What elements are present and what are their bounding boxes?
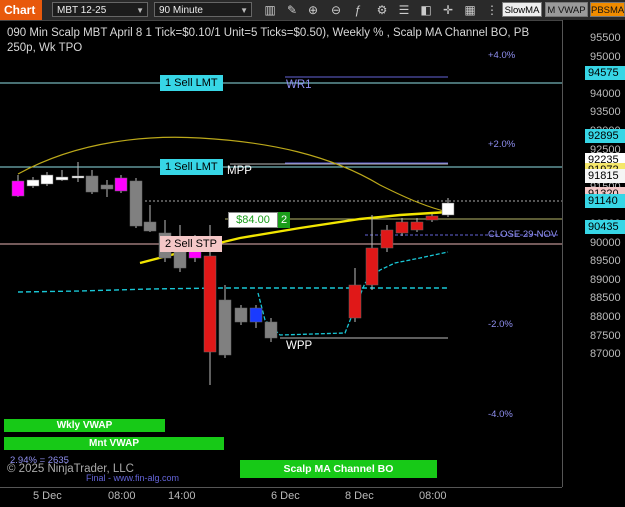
candle-body [129,180,143,227]
price-tick-label: 87000 [590,348,621,361]
chart-title: 090 Min Scalp MBT April 8 1 Tick=$0.10/1… [7,27,530,54]
price-flag: 90435 [585,220,625,235]
candle-body [203,255,217,353]
candle-body [410,221,424,231]
weekly-vwap-line [17,287,448,293]
candle-body [380,229,394,249]
price-tick-label: 88500 [590,292,621,305]
candle-body [441,202,455,216]
data-box-icon[interactable]: ▦ [462,1,478,19]
candle-body [218,299,232,356]
pct-label-minus4: -4.0% [488,409,513,420]
candle-body [365,247,379,286]
price-tick-label: 89000 [590,273,621,286]
candle-body [11,180,25,197]
drawing-tools-icon[interactable]: ✎ [284,1,300,19]
close-label: CLOSE 29-NOV [488,229,558,240]
candle-body [26,179,40,187]
price-tick-label: 87500 [590,329,621,342]
candle-body [249,307,263,323]
sell-stop-order[interactable]: 2 Sell STP [160,236,222,252]
price-tick-label: 90000 [590,236,621,249]
price-flag: 91140 [585,194,625,209]
scalp-ma-bar: Scalp MA Channel BO [240,460,437,478]
instrument-label: MBT 12-25 [57,5,107,16]
chart-trader-icon[interactable]: ◧ [418,1,434,19]
time-label: 8 Dec [345,490,374,502]
wkly-vwap-bar: Wkly VWAP [4,419,165,432]
chevron-down-icon: ▼ [240,6,248,15]
sell-limit-order-1[interactable]: 1 Sell LMT [160,75,223,91]
timeframe-selector[interactable]: 90 Minute ▼ [154,2,252,17]
strategies-icon[interactable]: ⚙ [374,1,390,19]
crosshair-icon[interactable]: ✛ [440,1,456,19]
m-vwap-button[interactable]: M VWAP [545,2,588,17]
position-quantity[interactable]: 2 [278,212,290,228]
wr1-label: WR1 [286,79,312,91]
candle-body [395,221,409,234]
slowma-button[interactable]: SlowMA [502,2,542,17]
time-label: 6 Dec [271,490,300,502]
chart-grid-icon[interactable]: ⋮ [484,1,500,19]
candle-body [100,184,114,190]
instrument-selector[interactable]: MBT 12-25 ▼ [52,2,148,17]
indicators-icon[interactable]: ƒ [350,1,366,19]
mnt-vwap-bar: Mnt VWAP [4,437,224,450]
wpp-label: WPP [286,340,313,352]
sell-limit-order-2[interactable]: 1 Sell LMT [160,159,223,175]
price-flag: 94575 [585,66,625,81]
price-chart[interactable] [0,20,562,487]
candle-body [114,177,128,192]
candle-body [425,215,439,221]
candle-body [348,284,362,319]
chart-tab[interactable]: Chart [0,0,42,20]
pct-label-plus4: +4.0% [488,50,516,61]
mpp-label: MPP [227,165,252,177]
price-tick-label: 93500 [590,106,621,119]
candle-body [234,307,248,323]
time-label: 5 Dec [33,490,62,502]
candle-body [264,321,278,339]
price-tick-label: 89500 [590,255,621,268]
candle-body [71,175,85,179]
pbsma-button[interactable]: PBSMA [590,2,625,17]
pct-label-plus2: +2.0% [488,139,516,150]
candle-body [40,174,54,185]
chevron-down-icon: ▼ [136,6,144,15]
price-tick-label: 95500 [590,32,621,44]
pct-label-minus2: -2.0% [488,319,513,330]
chart-toolbar: Chart MBT 12-25 ▼ 90 Minute ▼ ▥ ✎ ⊕ ⊖ ƒ … [0,0,625,21]
watermark-text: Final - www.fin-alg.com [86,473,180,483]
price-tick-label: 94000 [590,87,621,100]
position-pnl[interactable]: $84.00 [228,212,278,228]
bar-type-icon[interactable]: ▥ [262,1,278,19]
time-label: 08:00 [108,490,136,502]
price-tick-label: 88000 [590,311,621,323]
candle-body [143,221,157,232]
properties-icon[interactable]: ☰ [396,1,412,19]
zoom-in-icon[interactable]: ⊕ [305,1,321,19]
time-label: 14:00 [168,490,196,502]
price-flag: 91815 [585,169,625,184]
time-label: 08:00 [419,490,447,502]
price-tick-label: 95000 [590,50,621,63]
zoom-out-icon[interactable]: ⊖ [328,1,344,19]
price-flag: 92895 [585,128,625,143]
candle-body [55,176,69,181]
candle-body [85,175,99,193]
timeframe-label: 90 Minute [159,5,203,16]
